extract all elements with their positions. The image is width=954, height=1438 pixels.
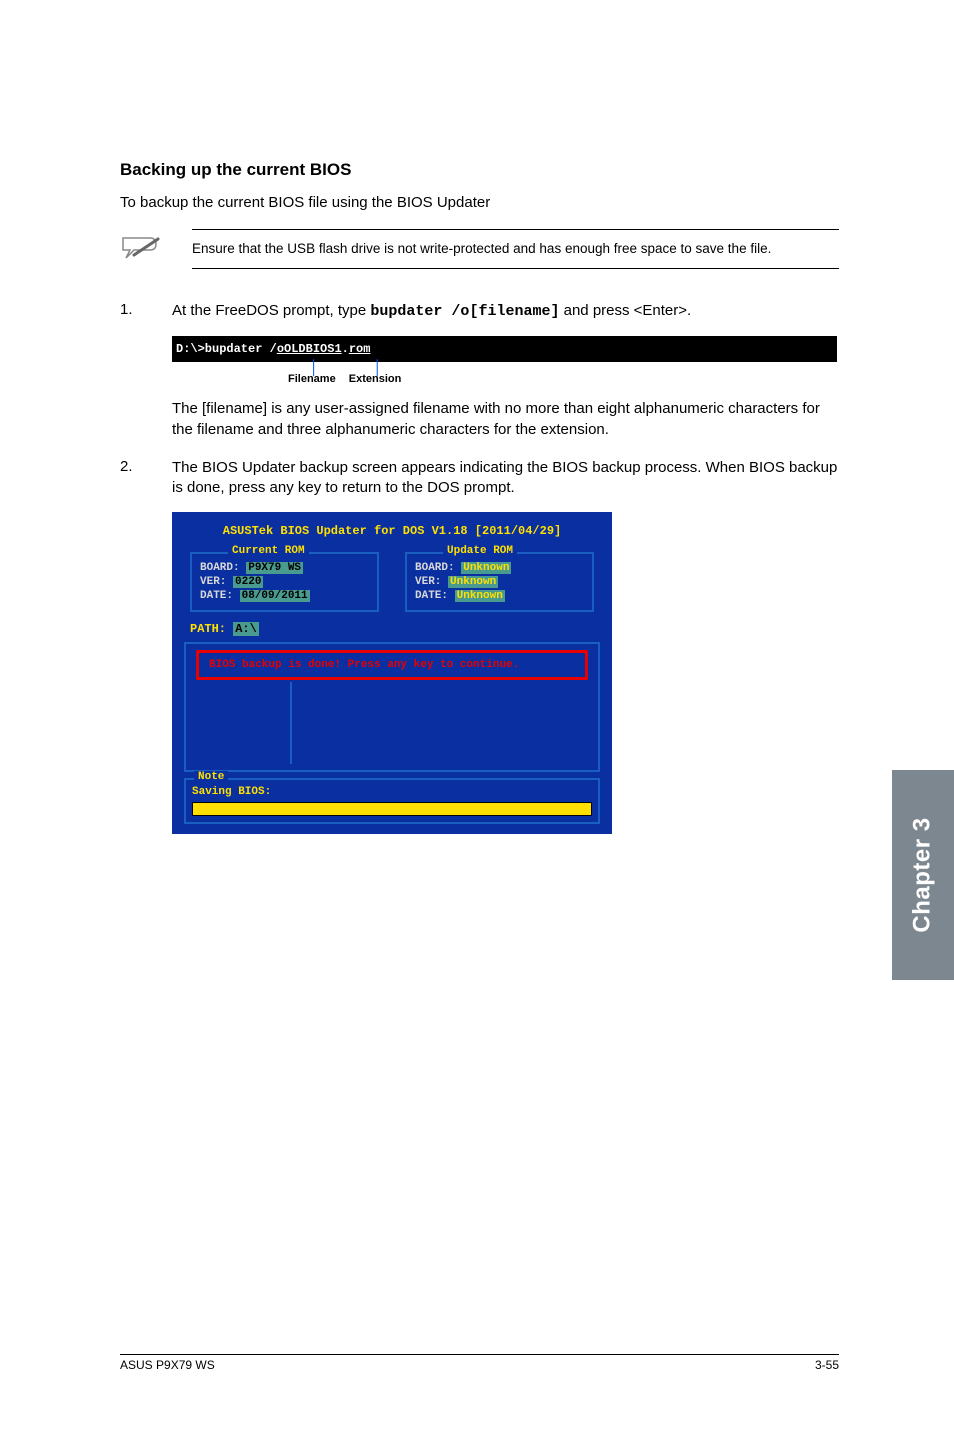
board-value: P9X79 WS [246, 562, 303, 574]
chapter-tab: Chapter 3 [892, 770, 954, 980]
chapter-label: Chapter 3 [909, 817, 937, 932]
step1-text-a: At the FreeDOS prompt, type [172, 302, 370, 319]
step-2: 2. The BIOS Updater backup screen appear… [120, 458, 839, 499]
date-label: DATE: [415, 590, 448, 602]
note-legend: Note [194, 771, 228, 783]
command-block: D:\>bupdater /oOLDBIOS1.rom │ │ Filename… [172, 336, 837, 385]
file-list-box: BIOS backup is done! Press any key to co… [184, 642, 600, 772]
bios-updater-screen: ASUSTek BIOS Updater for DOS V1.18 [2011… [172, 512, 612, 834]
date-value: 08/09/2011 [240, 590, 310, 602]
progress-bar [192, 802, 592, 816]
step-number: 1. [120, 301, 138, 322]
tick-icon: │ [310, 364, 319, 370]
step1-sub: The [filename] is any user-assigned file… [172, 399, 839, 440]
path-value: A:\ [233, 622, 259, 636]
path-line: PATH: A:\ [174, 620, 610, 640]
callout-ticks: │ │ [172, 364, 837, 371]
update-rom-legend: Update ROM [443, 545, 517, 557]
ver-label: VER: [415, 576, 441, 588]
step1-text-b: and press <Enter>. [559, 302, 691, 319]
step-body: The BIOS Updater backup screen appears i… [172, 458, 839, 499]
divider [290, 682, 292, 764]
date-label: DATE: [200, 590, 233, 602]
done-message: BIOS backup is done! Press any key to co… [196, 650, 588, 680]
command-line: D:\>bupdater /oOLDBIOS1.rom [172, 336, 837, 362]
cmd-dot: . [342, 342, 349, 356]
callout-extension: Extension [349, 373, 402, 385]
step-body: At the FreeDOS prompt, type bupdater /o[… [172, 301, 839, 322]
pencil-icon [120, 235, 162, 266]
current-rom-legend: Current ROM [228, 545, 309, 557]
footer-left: ASUS P9X79 WS [120, 1358, 215, 1372]
page-footer: ASUS P9X79 WS 3-55 [120, 1354, 839, 1372]
step-1: 1. At the FreeDOS prompt, type bupdater … [120, 301, 839, 322]
callouts: Filename Extension [172, 373, 837, 385]
note-box: Note Saving BIOS: [184, 778, 600, 824]
board-label: BOARD: [200, 562, 240, 574]
intro-text: To backup the current BIOS file using th… [120, 194, 839, 211]
ver-value: 0220 [233, 576, 263, 588]
step-number: 2. [120, 458, 138, 499]
footer-right: 3-55 [815, 1358, 839, 1372]
cmd-ext: rom [349, 342, 371, 356]
date-value: Unknown [455, 590, 505, 602]
step1-cmd: bupdater /o[filename] [370, 303, 559, 320]
tick-icon: │ [374, 364, 383, 370]
callout-filename: Filename [288, 373, 336, 385]
cmd-filename: oOLDBIOS1 [277, 342, 342, 356]
note-row: Ensure that the USB flash drive is not w… [120, 229, 839, 269]
ver-value: Unknown [448, 576, 498, 588]
board-value: Unknown [461, 562, 511, 574]
section-heading: Backing up the current BIOS [120, 160, 839, 180]
note-text: Ensure that the USB flash drive is not w… [192, 229, 839, 269]
current-rom-box: Current ROM BOARD: P9X79 WS VER: 0220 DA… [190, 552, 379, 612]
update-rom-box: Update ROM BOARD: Unknown VER: Unknown D… [405, 552, 594, 612]
ver-label: VER: [200, 576, 226, 588]
board-label: BOARD: [415, 562, 455, 574]
saving-label: Saving BIOS: [192, 786, 592, 798]
cmd-prefix: D:\>bupdater / [176, 342, 277, 356]
path-label: PATH: [190, 622, 226, 636]
